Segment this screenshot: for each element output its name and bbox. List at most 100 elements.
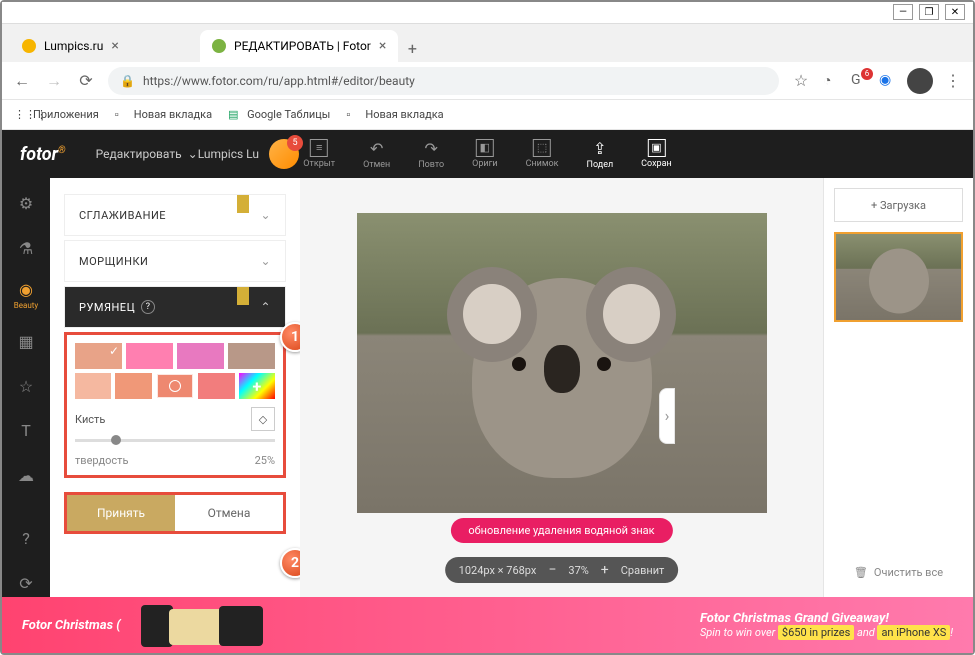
flask-icon: ⚗ [19, 239, 33, 258]
accordion-label: МОРЩИНКИ [79, 255, 148, 268]
tab-fotor[interactable]: РЕДАКТИРОВАТЬ | Fotor × [200, 30, 398, 62]
brush-slider[interactable] [75, 439, 275, 442]
accordion-smoothing[interactable]: СГЛАЖИВАНИЕ ⌄ [64, 194, 286, 236]
zoom-in-button[interactable]: + [601, 562, 609, 578]
promo-left-text: Fotor Christmas ( [22, 618, 121, 633]
rail-cloud[interactable]: ☁ [12, 462, 40, 489]
beauty-panel: СГЛАЖИВАНИЕ ⌄ МОРЩИНКИ ⌄ РУМЯНЕЦ ? ⌃ [50, 178, 300, 597]
menu-button[interactable]: ⋮ [943, 71, 963, 90]
accept-button[interactable]: Принять [67, 495, 175, 531]
upload-button[interactable]: + Загрузка [834, 188, 963, 222]
hardness-value: 25% [255, 454, 275, 467]
rail-effect[interactable]: ⚗ [12, 235, 40, 262]
bookmark-item[interactable]: ▤Google Таблицы [228, 108, 330, 122]
accordion-wrinkles[interactable]: МОРЩИНКИ ⌄ [64, 240, 286, 282]
custom-color-button[interactable]: + [239, 373, 275, 399]
color-swatch[interactable] [75, 343, 122, 369]
accordion-label: СГЛАЖИВАНИЕ [79, 209, 166, 222]
tab-lumpics[interactable]: Lumpics.ru × [10, 30, 200, 62]
close-button[interactable]: ✕ [945, 4, 965, 20]
history-icon: ⟳ [19, 574, 32, 593]
minimize-button[interactable]: — [893, 4, 913, 20]
maximize-button[interactable]: ❐ [919, 4, 939, 20]
url-field[interactable]: 🔒 https://www.fotor.com/ru/app.html#/edi… [108, 67, 779, 95]
color-swatch[interactable] [198, 373, 234, 399]
mode-dropdown[interactable]: Редактировать⌄ [96, 147, 198, 161]
canvas-image[interactable] [357, 213, 767, 513]
color-swatch[interactable] [228, 343, 275, 369]
page-icon: ▫ [115, 108, 129, 122]
rail-adjust[interactable]: ⚙ [12, 190, 40, 217]
premium-flag-icon [237, 195, 249, 213]
save-button[interactable]: ▣Сохран [641, 139, 672, 170]
accordion-blush[interactable]: РУМЯНЕЦ ? ⌃ [64, 286, 286, 328]
apps-button[interactable]: ⋮⋮⋮Приложения [14, 108, 99, 122]
tab-label: РЕДАКТИРОВАТЬ | Fotor [234, 39, 371, 53]
user-name[interactable]: Lumpics Lu [198, 147, 259, 161]
star-icon: ☆ [19, 377, 33, 396]
forward-button[interactable]: → [44, 71, 64, 91]
profile-avatar[interactable] [907, 68, 933, 94]
chevron-down-icon: ⌄ [188, 147, 198, 161]
help-icon[interactable]: ? [141, 300, 155, 314]
rail-history[interactable]: ⟳ [12, 570, 40, 597]
rail-stickers[interactable]: ☆ [12, 373, 40, 400]
undo-button[interactable]: ↶Отмен [363, 139, 390, 170]
ext-icon-2[interactable]: G6 [851, 72, 869, 90]
color-swatch[interactable] [177, 343, 224, 369]
right-panel: + Загрузка 🗑Очистить все [823, 178, 973, 597]
rail-frames[interactable]: ▦ [12, 328, 40, 355]
open-button[interactable]: ≡Открыт [303, 139, 335, 170]
brush-label: Кисть [75, 413, 105, 426]
bookmark-star-icon[interactable]: ☆ [791, 71, 811, 90]
user-avatar[interactable]: 5 [269, 139, 299, 169]
plus-icon: + [252, 377, 261, 396]
image-thumbnail[interactable] [834, 232, 963, 322]
sheets-icon: ▤ [228, 108, 242, 122]
snapshot-button[interactable]: ⬚Снимок [526, 139, 559, 170]
image-dimensions: 1024px × 768px [459, 564, 537, 577]
watermark-remove-button[interactable]: обновление удаления водяной знак [450, 518, 672, 543]
promo-title: Fotor Christmas Grand Giveaway! [700, 611, 953, 626]
tab-close-icon[interactable]: × [111, 38, 118, 54]
help-icon: ? [22, 529, 30, 548]
reload-button[interactable]: ⟳ [76, 71, 96, 90]
color-swatch[interactable] [156, 373, 194, 399]
canvas-area: обновление удаления водяной знак 1024px … [300, 178, 823, 597]
original-button[interactable]: ◧Ориги [472, 139, 497, 170]
color-swatch[interactable] [75, 373, 111, 399]
zoom-out-button[interactable]: − [548, 562, 556, 578]
share-button[interactable]: ⇪Подел [587, 139, 614, 170]
clear-all-button[interactable]: 🗑Очистить все [834, 558, 963, 587]
ext-icon-1[interactable]: ◔ [823, 72, 841, 90]
expand-handle[interactable]: › [659, 388, 675, 444]
eraser-button[interactable]: ◇ [251, 407, 275, 431]
action-buttons: Принять Отмена [64, 492, 286, 534]
premium-flag-icon [237, 287, 249, 305]
tab-close-icon[interactable]: × [379, 38, 386, 54]
bookmark-item[interactable]: ▫Новая вкладка [346, 108, 443, 122]
user-area: Lumpics Lu 5 [198, 139, 299, 169]
bookmark-item[interactable]: ▫Новая вкладка [115, 108, 212, 122]
sliders-icon: ⚙ [19, 194, 33, 213]
swatch-row-1 [75, 343, 275, 369]
compare-button[interactable]: Сравнит [621, 564, 665, 577]
chevron-down-icon: ⌄ [260, 254, 271, 268]
slider-thumb[interactable] [111, 435, 121, 445]
page-icon: ▫ [346, 108, 360, 122]
rail-help[interactable]: ? [12, 525, 40, 552]
cancel-button[interactable]: Отмена [175, 495, 283, 531]
redo-button[interactable]: ↷Повто [418, 139, 444, 170]
back-button[interactable]: ← [12, 71, 32, 91]
rail-beauty[interactable]: ◉Beauty [12, 280, 40, 310]
address-bar: ← → ⟳ 🔒 https://www.fotor.com/ru/app.htm… [2, 62, 973, 100]
eye-icon: ◉ [19, 280, 33, 299]
promo-banner[interactable]: Fotor Christmas ( Fotor Christmas Grand … [2, 597, 973, 653]
color-swatch[interactable] [115, 373, 151, 399]
open-icon: ≡ [310, 139, 328, 157]
logo: fotor® [20, 144, 66, 165]
new-tab-button[interactable]: + [398, 34, 426, 62]
ext-icon-3[interactable]: ◉ [879, 72, 897, 90]
color-swatch[interactable] [126, 343, 173, 369]
rail-text[interactable]: T [12, 418, 40, 445]
